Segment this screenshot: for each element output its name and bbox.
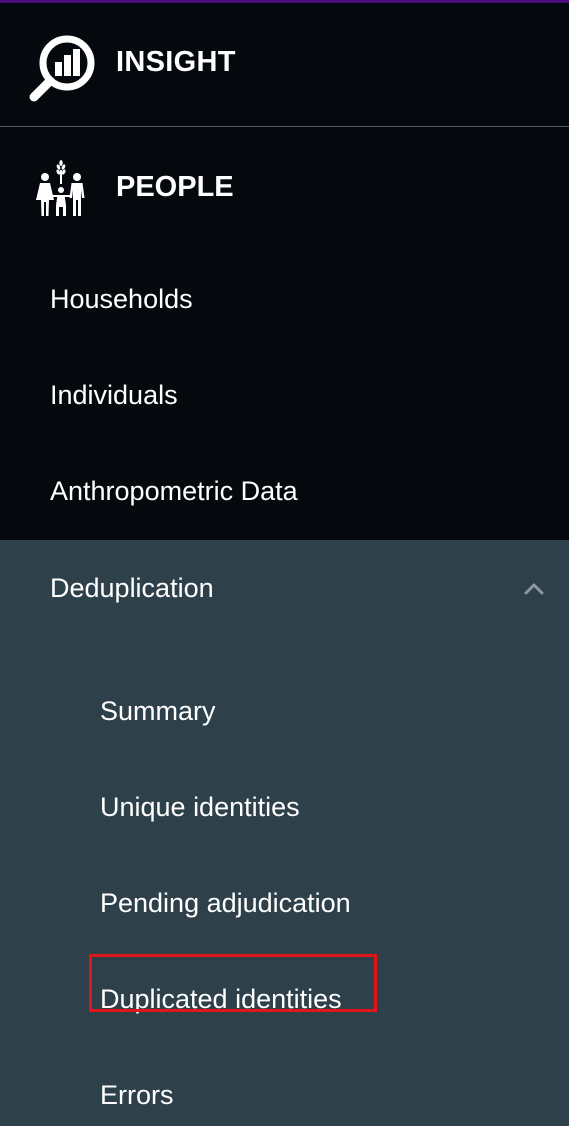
sidebar: INSIGHT PEOPLE Households Individuals An… [0, 0, 569, 1126]
sub-item-label: Unique identities [100, 792, 300, 822]
nav-item-households[interactable]: Households [0, 252, 569, 348]
section-people[interactable]: PEOPLE [0, 127, 569, 247]
nav-item-label: Households [50, 284, 193, 314]
sub-item-label: Errors [100, 1080, 174, 1110]
sub-item-summary[interactable]: Summary [0, 664, 569, 760]
nav-item-deduplication[interactable]: Deduplication [0, 540, 569, 638]
nav-item-anthropometric-data[interactable]: Anthropometric Data [0, 444, 569, 540]
nav-item-label: Individuals [50, 380, 178, 410]
brand-header[interactable]: INSIGHT [0, 3, 569, 126]
sub-item-pending-adjudication[interactable]: Pending adjudication [0, 856, 569, 952]
brand-label: INSIGHT [116, 46, 236, 78]
family-icon [36, 160, 85, 216]
magnifier-chart-icon [29, 35, 95, 102]
sub-item-label: Summary [100, 696, 216, 726]
nav-item-label: Anthropometric Data [50, 476, 298, 506]
submenu-label: Deduplication [50, 573, 214, 603]
selection-highlight [89, 954, 377, 1012]
sub-item-errors[interactable]: Errors [0, 1048, 569, 1126]
chevron-up-icon[interactable] [523, 582, 545, 596]
sub-item-label: Pending adjudication [100, 888, 351, 918]
sub-item-unique-identities[interactable]: Unique identities [0, 760, 569, 856]
section-label: PEOPLE [116, 171, 234, 203]
nav-item-individuals[interactable]: Individuals [0, 348, 569, 444]
deduplication-submenu: Deduplication Summary Unique identities … [0, 540, 569, 1126]
